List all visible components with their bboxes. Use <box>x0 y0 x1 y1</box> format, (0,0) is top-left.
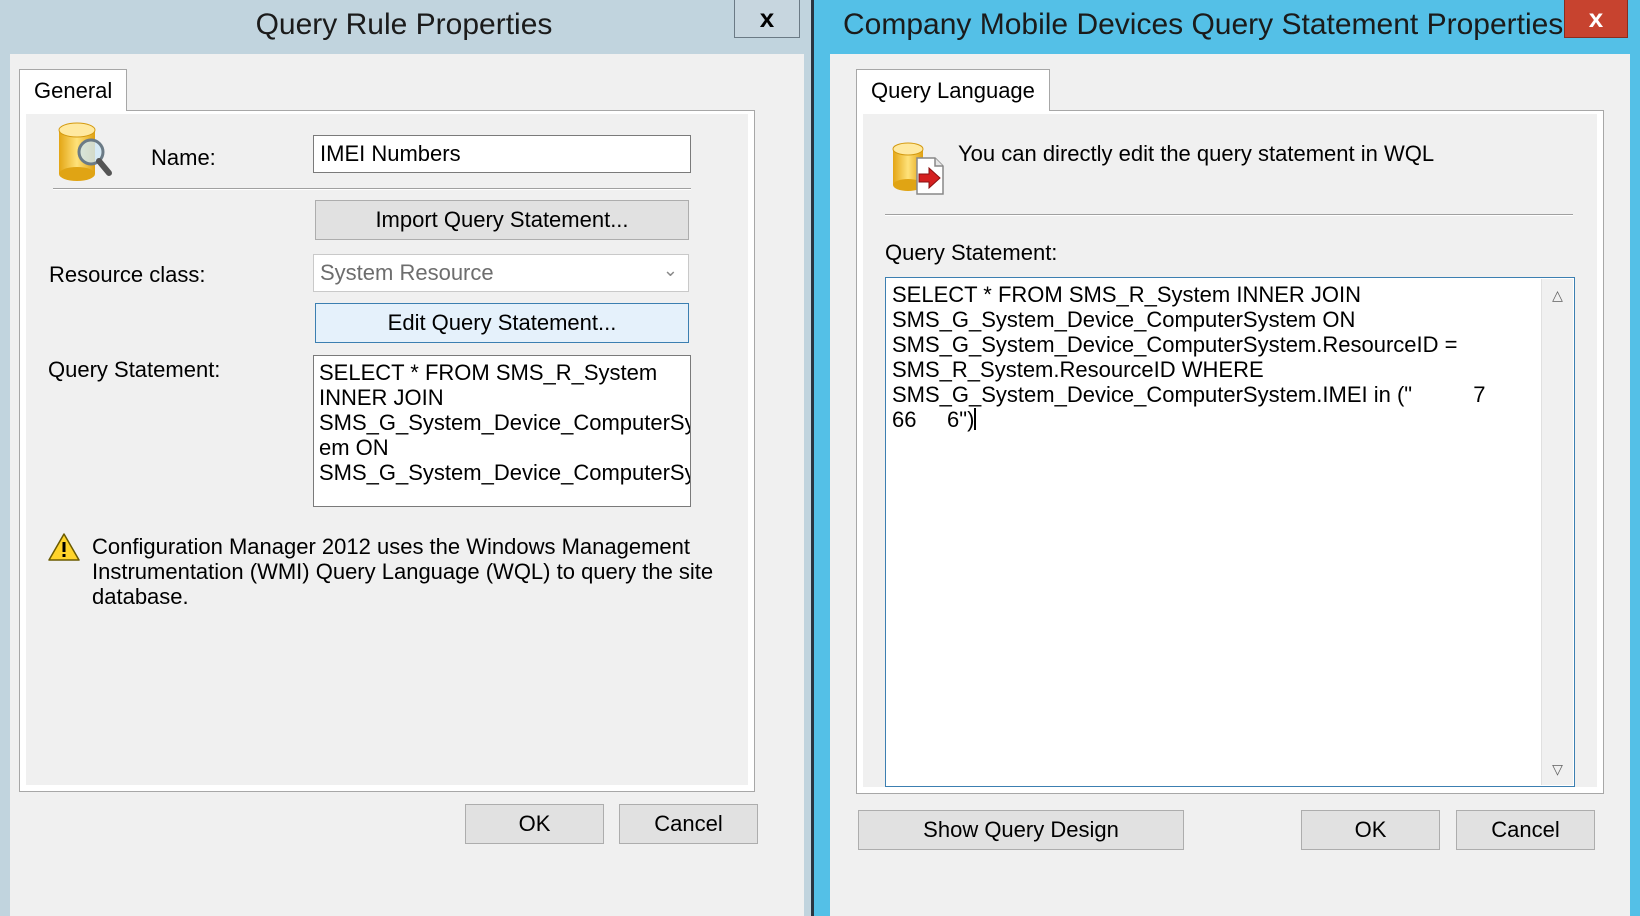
query-line: SELECT * FROM SMS_R_System <box>319 360 685 385</box>
show-query-design-button[interactable]: Show Query Design <box>858 810 1184 850</box>
wql-warning-text: Configuration Manager 2012 uses the Wind… <box>92 534 713 609</box>
title-bar: Company Mobile Devices Query Statement P… <box>814 0 1640 54</box>
close-button[interactable]: x <box>734 0 800 38</box>
query-line: SELECT * FROM SMS_R_System INNER JOIN <box>892 282 1568 307</box>
resource-class-dropdown[interactable]: System Resource ⌄ <box>313 254 689 292</box>
scroll-up-arrow-icon[interactable]: △ <box>1542 279 1573 311</box>
query-rule-icon <box>53 120 115 186</box>
query-line: SMS_G_System_Device_ComputerSystem ON <box>892 307 1568 332</box>
title-bar: Query Rule Properties x <box>0 0 814 54</box>
text-cursor <box>974 408 976 430</box>
query-line-prefix: SMS_G_System_Device_ComputerSystem.IMEI … <box>892 382 1412 407</box>
tab-general[interactable]: General <box>19 69 127 111</box>
query-line: SMS_R_System.ResourceID WHERE <box>892 357 1568 382</box>
query-language-tab-panel: You can directly edit the query statemen… <box>856 110 1604 794</box>
scroll-down-arrow-icon[interactable]: ▽ <box>1542 753 1573 785</box>
general-tab-panel: Name: IMEI Numbers Import Query Statemen… <box>19 110 755 792</box>
dialog-client-area: General <box>10 54 804 916</box>
query-line-suffix: 6") <box>947 407 974 432</box>
query-line: SMS_G_System_Device_ComputerSyst <box>319 460 685 485</box>
header-divider <box>885 214 1573 216</box>
query-line: SMS_G_System_Device_ComputerSystem.Resou… <box>892 332 1568 357</box>
resource-class-value: System Resource <box>320 260 494 285</box>
query-line: em ON <box>319 435 685 460</box>
warning-line: database. <box>92 584 713 609</box>
query-statement-icon <box>889 140 949 198</box>
query-statement-label: Query Statement: <box>48 357 220 383</box>
import-query-statement-button[interactable]: Import Query Statement... <box>315 200 689 240</box>
name-input[interactable]: IMEI Numbers <box>313 135 691 173</box>
query-language-panel-body: You can directly edit the query statemen… <box>863 114 1597 787</box>
warning-line: Instrumentation (WMI) Query Language (WQ… <box>92 559 713 584</box>
edit-query-statement-button[interactable]: Edit Query Statement... <box>315 303 689 343</box>
vertical-scrollbar[interactable]: △ ▽ <box>1541 279 1573 785</box>
close-icon: x <box>1589 3 1603 34</box>
query-line: INNER JOIN <box>319 385 685 410</box>
redacted-value <box>1412 382 1473 407</box>
ok-button[interactable]: OK <box>1301 810 1440 850</box>
query-line: 66 6") <box>892 407 1568 432</box>
query-line-prefix: 66 <box>892 407 916 432</box>
resource-class-label: Resource class: <box>49 262 206 288</box>
window-title: Company Mobile Devices Query Statement P… <box>843 8 1563 42</box>
warning-icon <box>48 532 80 562</box>
query-rule-properties-window: Query Rule Properties x General <box>0 0 814 916</box>
chevron-down-icon: ⌄ <box>663 260 678 281</box>
close-icon: x <box>760 3 774 34</box>
tab-query-language[interactable]: Query Language <box>856 69 1050 111</box>
query-statement-editor[interactable]: SELECT * FROM SMS_R_System INNER JOIN SM… <box>885 277 1575 787</box>
general-panel-body: Name: IMEI Numbers Import Query Statemen… <box>26 114 748 785</box>
query-line: SMS_G_System_Device_ComputerSystem.IMEI … <box>892 382 1568 407</box>
dialog-client-area: Query Language <box>830 54 1630 916</box>
ok-button[interactable]: OK <box>465 804 604 844</box>
redacted-value <box>916 407 947 432</box>
close-button[interactable]: x <box>1564 0 1628 38</box>
query-statement-readonly-box[interactable]: SELECT * FROM SMS_R_System INNER JOIN SM… <box>313 355 691 507</box>
query-statement-properties-window: Company Mobile Devices Query Statement P… <box>814 0 1640 916</box>
header-divider <box>53 188 691 190</box>
query-line: SMS_G_System_Device_ComputerSyst <box>319 410 685 435</box>
cancel-button[interactable]: Cancel <box>1456 810 1595 850</box>
warning-line: Configuration Manager 2012 uses the Wind… <box>92 534 713 559</box>
query-line-suffix: 7 <box>1473 382 1485 407</box>
query-statement-label: Query Statement: <box>885 240 1057 266</box>
window-title: Query Rule Properties <box>0 8 808 42</box>
info-text: You can directly edit the query statemen… <box>958 141 1434 167</box>
name-label: Name: <box>151 145 216 171</box>
cancel-button[interactable]: Cancel <box>619 804 758 844</box>
